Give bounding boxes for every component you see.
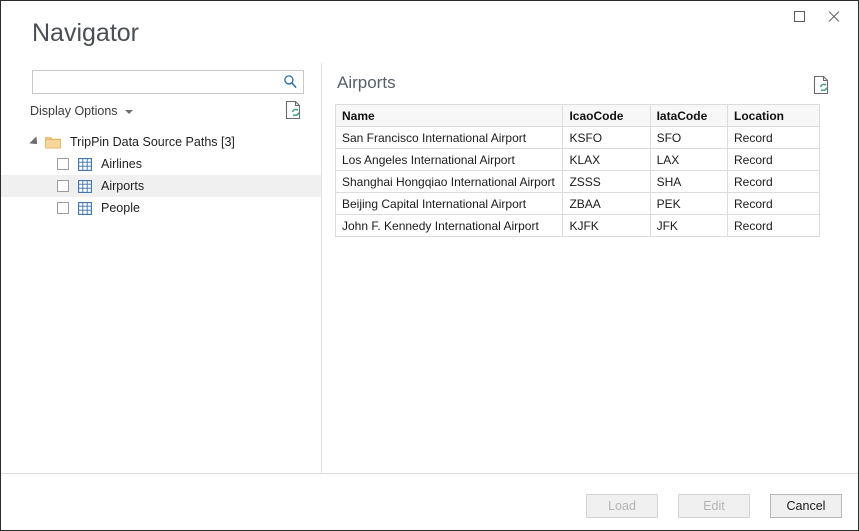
refresh-document-icon — [813, 75, 829, 95]
table-cell: Record — [727, 214, 820, 237]
table-row[interactable]: Los Angeles International Airport KLAX LAX… — [334, 148, 820, 171]
page-title: Navigator — [32, 19, 139, 47]
navigator-dialog: Navigator Display Options TripPin Data S… — [0, 0, 859, 531]
table-cell: ZSSS — [562, 170, 651, 193]
load-button[interactable]: Load — [586, 494, 658, 518]
table-header-row: Name IcaoCode IataCode Location — [334, 104, 820, 127]
table-cell: SHA — [649, 170, 729, 193]
table-cell: Record — [727, 148, 820, 171]
table-cell: SFO — [649, 126, 729, 149]
close-icon — [827, 10, 840, 23]
table-cell: San Francisco International Airport — [334, 126, 564, 149]
tree-item-checkbox[interactable] — [57, 158, 69, 170]
table-grid-icon — [78, 179, 92, 193]
refresh-preview-button-right[interactable] — [813, 75, 830, 100]
table-row[interactable]: John F. Kennedy International Airport KJF… — [334, 214, 820, 237]
maximize-button[interactable] — [784, 1, 814, 31]
table-cell: Los Angeles International Airport — [334, 148, 564, 171]
table-cell: PEK — [649, 192, 729, 215]
tree-item-label: People — [101, 201, 140, 215]
maximize-icon — [793, 10, 805, 22]
search-input[interactable] — [32, 70, 304, 94]
table-cell: ZBAA — [562, 192, 651, 215]
table-cell: John F. Kennedy International Airport — [334, 214, 564, 237]
tree-item-label: Airlines — [101, 157, 142, 171]
table-row[interactable]: Shanghai Hongqiao International Airport Z… — [334, 170, 820, 193]
chevron-down-icon — [124, 110, 133, 114]
search-box — [32, 70, 304, 94]
display-options-label: Display Options — [30, 104, 118, 118]
tree-root-node[interactable]: TripPin Data Source Paths [3] — [1, 131, 321, 153]
column-header-icaocode[interactable]: IcaoCode — [562, 104, 651, 127]
table-cell: Record — [727, 170, 820, 193]
table-cell: Beijing Capital International Airport — [334, 192, 564, 215]
tree-item-checkbox[interactable] — [57, 202, 69, 214]
display-options-dropdown[interactable]: Display Options — [30, 104, 133, 118]
table-cell: KLAX — [562, 148, 651, 171]
tree-item-label: Airports — [101, 179, 145, 193]
table-grid-icon — [78, 157, 92, 171]
preview-table: Name IcaoCode IataCode Location San Fran… — [334, 104, 820, 237]
refresh-document-icon — [285, 100, 301, 120]
column-header-location[interactable]: Location — [727, 104, 820, 127]
table-cell: KJFK — [562, 214, 651, 237]
table-cell: KSFO — [562, 126, 651, 149]
table-grid-icon — [78, 201, 92, 215]
table-row[interactable]: San Francisco International Airport KSFO S… — [334, 126, 820, 149]
table-cell: JFK — [649, 214, 729, 237]
tree-item-people[interactable]: People — [1, 197, 321, 219]
footer-divider — [1, 473, 858, 474]
table-cell: Shanghai Hongqiao International Airport — [334, 170, 564, 193]
column-header-iatacode[interactable]: IataCode — [649, 104, 729, 127]
folder-icon — [45, 136, 61, 148]
tree-item-checkbox[interactable] — [57, 180, 69, 192]
edit-button[interactable]: Edit — [678, 494, 750, 518]
tree-item-airports[interactable]: Airports — [1, 175, 321, 197]
preview-table-container: Name IcaoCode IataCode Location San Fran… — [334, 104, 820, 237]
tree-root-label: TripPin Data Source Paths [3] — [70, 135, 235, 149]
table-row[interactable]: Beijing Capital International Airport ZBA… — [334, 192, 820, 215]
dialog-footer: Load Edit Cancel — [586, 494, 842, 518]
source-tree: TripPin Data Source Paths [3] Airlines A… — [1, 131, 321, 219]
table-cell: Record — [727, 192, 820, 215]
expander-expanded-icon[interactable] — [29, 136, 41, 148]
preview-pane: Airports Name IcaoCode IataCode Location… — [322, 61, 858, 473]
close-button[interactable] — [818, 1, 848, 31]
column-header-name[interactable]: Name — [334, 104, 564, 127]
cancel-button[interactable]: Cancel — [770, 494, 842, 518]
table-cell: Record — [727, 126, 820, 149]
refresh-preview-button-left[interactable] — [285, 100, 302, 125]
preview-title: Airports — [337, 73, 396, 92]
tree-item-airlines[interactable]: Airlines — [1, 153, 321, 175]
table-cell: LAX — [649, 148, 729, 171]
navigation-pane: Display Options TripPin Data Source Path… — [1, 61, 321, 473]
